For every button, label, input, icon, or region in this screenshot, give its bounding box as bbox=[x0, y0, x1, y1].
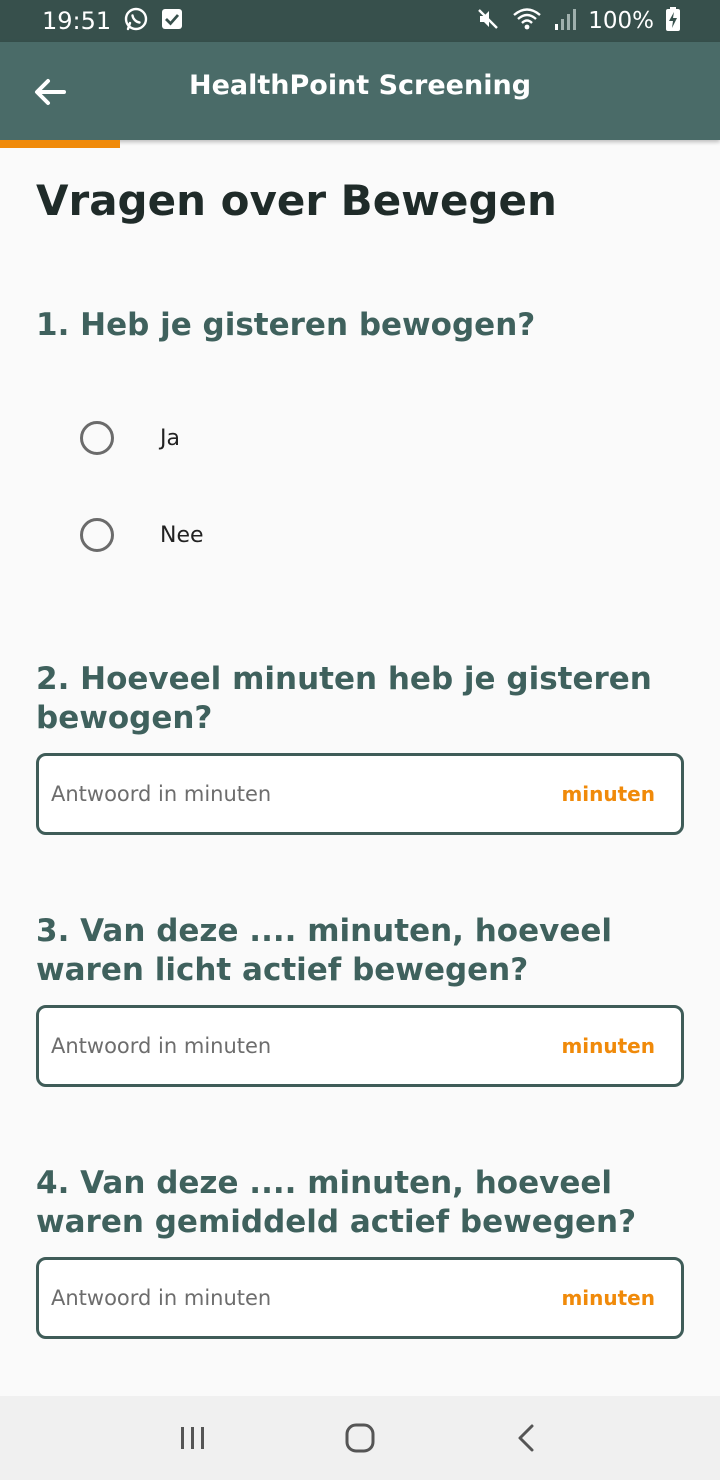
unit-suffix: minuten bbox=[561, 782, 655, 806]
checkbox-icon bbox=[161, 8, 183, 34]
home-icon bbox=[345, 1423, 375, 1453]
progress-bar bbox=[0, 140, 720, 148]
question-2-label: 2. Hoeveel minuten heb je gisteren bewog… bbox=[36, 661, 652, 736]
radio-label: Ja bbox=[160, 425, 180, 451]
status-bar: 19:51 100% bbox=[0, 0, 720, 42]
minutes-input-3[interactable] bbox=[51, 1034, 511, 1058]
nav-back-button[interactable] bbox=[497, 1408, 557, 1468]
question-4-label: 4. Van deze .... minuten, hoeveel waren … bbox=[36, 1165, 637, 1240]
signal-icon bbox=[554, 7, 577, 35]
minutes-input-4[interactable] bbox=[51, 1286, 511, 1310]
radio-circle[interactable] bbox=[80, 518, 114, 552]
mute-icon bbox=[476, 7, 500, 35]
unit-suffix: minuten bbox=[561, 1286, 655, 1310]
question-3-label: 3. Van deze .... minuten, hoeveel waren … bbox=[36, 913, 613, 988]
status-time: 19:51 bbox=[42, 7, 112, 35]
unit-suffix: minuten bbox=[561, 1034, 655, 1058]
system-nav-bar bbox=[0, 1396, 720, 1480]
minutes-input-2[interactable] bbox=[51, 782, 511, 806]
answer-field-2[interactable]: minuten bbox=[36, 753, 684, 835]
status-right: 100% bbox=[476, 7, 680, 35]
whatsapp-icon bbox=[123, 6, 149, 36]
battery-charging-icon bbox=[666, 7, 680, 35]
radio-option-nee[interactable]: Nee bbox=[80, 515, 204, 555]
nav-back-icon bbox=[518, 1424, 534, 1452]
recents-button[interactable] bbox=[163, 1408, 223, 1468]
radio-option-ja[interactable]: Ja bbox=[80, 418, 180, 458]
radio-label: Nee bbox=[160, 522, 204, 548]
home-button[interactable] bbox=[330, 1408, 390, 1468]
answer-field-3[interactable]: minuten bbox=[36, 1005, 684, 1087]
recents-icon bbox=[181, 1427, 205, 1449]
progress-fill bbox=[0, 140, 120, 148]
wifi-icon bbox=[512, 7, 542, 35]
status-left: 19:51 bbox=[42, 6, 183, 36]
question-1-label: 1. Heb je gisteren bewogen? bbox=[36, 307, 536, 343]
page-title: Vragen over Bewegen bbox=[36, 176, 557, 225]
app-bar: HealthPoint Screening bbox=[0, 42, 720, 140]
battery-level: 100% bbox=[588, 8, 654, 34]
answer-field-4[interactable]: minuten bbox=[36, 1257, 684, 1339]
app-title: HealthPoint Screening bbox=[188, 70, 532, 101]
radio-circle[interactable] bbox=[80, 421, 114, 455]
